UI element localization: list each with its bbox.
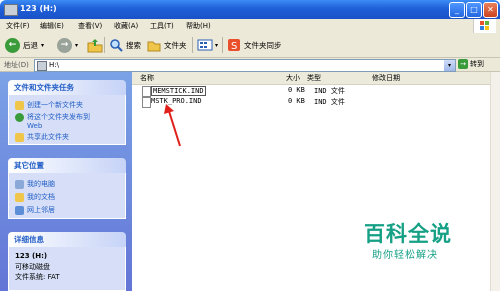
file-size: 0 KB (288, 97, 305, 105)
close-button[interactable]: ✕ (483, 2, 498, 18)
list-item[interactable]: MEMSTICK.IND 0 KB IND 文件 (142, 86, 482, 97)
folder-sync-button[interactable]: S 文件夹同步 (227, 36, 282, 54)
address-value: H:\ (49, 61, 59, 69)
details-panel-header[interactable]: 详细信息 (8, 232, 126, 247)
network-icon (15, 205, 24, 215)
task-share-folder[interactable]: 共享此文件夹 (15, 131, 69, 143)
search-icon (110, 39, 123, 52)
menu-edit[interactable]: 编辑(E) (40, 21, 64, 31)
title-bar: 123 (H:) _ □ ✕ (0, 0, 500, 19)
menu-help[interactable]: 帮助(H) (186, 21, 211, 31)
views-button[interactable]: ▾ (197, 36, 218, 54)
task-new-folder[interactable]: 创建一个新文件夹 (15, 99, 83, 111)
file-size: 0 KB (288, 86, 305, 94)
details-name: 123 (H:) (15, 252, 48, 260)
places-panel: 我的电脑 我的文档 网上邻居 (8, 173, 126, 219)
toolbar: ← 后退 ▾ → ▾ 搜索 文件夹 ▾ S 文件夹同步 (0, 33, 500, 58)
places-panel-header[interactable]: 其它位置 (8, 158, 126, 173)
file-icon (142, 86, 151, 97)
menu-file[interactable]: 文件(F) (6, 21, 30, 31)
views-icon (197, 39, 213, 51)
file-name: MEMSTICK.IND (151, 86, 206, 96)
scrollbar[interactable] (490, 72, 500, 291)
address-input[interactable]: H:\ ▾ (34, 59, 456, 72)
up-folder-button[interactable] (87, 36, 103, 54)
window-title: 123 (H:) (20, 4, 57, 13)
drive-icon (37, 61, 47, 71)
column-type[interactable]: 类型 (303, 72, 369, 85)
drive-icon (4, 4, 18, 16)
details-type: 可移动磁盘 (15, 263, 50, 271)
place-my-documents[interactable]: 我的文档 (15, 191, 55, 203)
sync-icon: S (228, 39, 240, 52)
details-panel: 123 (H:) 可移动磁盘 文件系统: FAT (8, 247, 126, 291)
place-network[interactable]: 网上邻居 (15, 204, 55, 216)
menu-favorites[interactable]: 收藏(A) (114, 21, 138, 31)
back-arrow-icon: ← (5, 37, 20, 53)
go-arrow-icon: → (458, 59, 468, 69)
place-my-computer[interactable]: 我的电脑 (15, 178, 55, 190)
menu-view[interactable]: 查看(V) (78, 21, 102, 31)
column-name[interactable]: 名称 (132, 72, 277, 85)
globe-icon (15, 112, 24, 122)
tasks-panel: 创建一个新文件夹 将这个文件夹发布到 Web 共享此文件夹 (8, 95, 126, 145)
forward-arrow-icon: → (57, 37, 72, 53)
watermark-title: 百科全说 (364, 222, 452, 246)
folder-icon (147, 41, 161, 52)
minimize-button[interactable]: _ (449, 2, 465, 18)
column-size[interactable]: 大小 (276, 72, 304, 85)
forward-button[interactable]: → ▾ (57, 36, 78, 54)
chevron-down-icon[interactable]: ▾ (444, 60, 455, 71)
svg-text:S: S (231, 41, 237, 52)
search-button[interactable]: 搜索 (109, 36, 141, 54)
details-fs: 文件系统: FAT (15, 273, 60, 281)
share-folder-icon (15, 132, 24, 142)
annotation-arrow (164, 104, 181, 147)
list-item[interactable]: MSTK_PRO.IND 0 KB IND 文件 (142, 97, 482, 108)
address-label: 地址(D) (4, 61, 29, 69)
watermark-subtitle: 助你轻松解决 (372, 250, 438, 261)
documents-icon (15, 192, 24, 202)
column-modified[interactable]: 修改日期 (368, 72, 490, 85)
maximize-button[interactable]: □ (466, 2, 482, 18)
menu-tools[interactable]: 工具(T) (150, 21, 174, 31)
chevron-down-icon[interactable]: ▾ (75, 42, 78, 49)
task-pane: 文件和文件夹任务 创建一个新文件夹 将这个文件夹发布到 Web 共享此文件夹 其… (0, 72, 132, 291)
chevron-down-icon[interactable]: ▾ (215, 42, 218, 49)
up-folder-icon (87, 39, 103, 53)
menu-bar: 文件(F) 编辑(E) 查看(V) 收藏(A) 工具(T) 帮助(H) (0, 19, 500, 34)
folders-button[interactable]: 文件夹 (147, 36, 187, 54)
go-button[interactable]: → 转到 (458, 59, 484, 69)
back-button[interactable]: ← 后退 ▾ (5, 36, 44, 54)
file-type: IND 文件 (314, 98, 345, 106)
computer-icon (15, 179, 24, 189)
new-folder-icon (15, 100, 24, 110)
file-icon (142, 97, 151, 108)
windows-logo-icon (473, 19, 496, 33)
chevron-down-icon[interactable]: ▾ (41, 42, 44, 49)
file-type: IND 文件 (314, 87, 345, 95)
tasks-panel-header[interactable]: 文件和文件夹任务 (8, 80, 126, 95)
file-list: 名称 大小 类型 修改日期 MEMSTICK.IND 0 KB IND 文件 M… (132, 72, 490, 291)
